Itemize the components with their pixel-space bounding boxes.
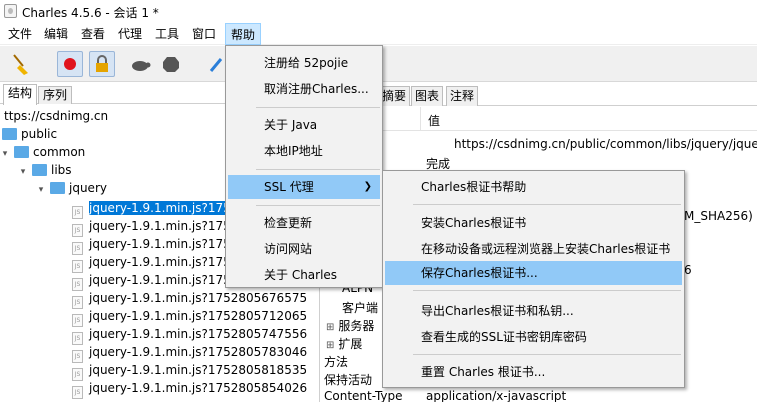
menu-help[interactable]: 帮助	[225, 23, 262, 45]
menu-separator	[413, 204, 681, 205]
ssl-submenu: Charles根证书帮助 安装Charles根证书 在移动设备或远程浏览器上安装…	[382, 170, 685, 388]
lock-icon[interactable]	[89, 51, 115, 77]
broom-icon[interactable]	[8, 51, 34, 77]
tab-structure[interactable]: 结构	[3, 84, 38, 105]
menu-proxy[interactable]: 代理	[113, 23, 147, 45]
tab-sequence[interactable]: 序列	[38, 86, 73, 104]
column-header: 值	[320, 107, 757, 131]
tree-folder-public[interactable]: public	[2, 125, 57, 143]
menu-about-java[interactable]: 关于 Java	[228, 113, 380, 137]
number-value: 6	[684, 263, 692, 277]
tree-file[interactable]: JS jquery-1.9.1.min.js?1752805676575	[72, 289, 307, 309]
tree-file[interactable]: JS jquery-1.9.1.min.js?1752805783046	[72, 343, 307, 363]
window-title: Charles 4.5.6 - 会话 1 *	[22, 6, 159, 20]
turtle-icon[interactable]	[127, 51, 153, 77]
folder-icon	[50, 182, 65, 194]
tree-file[interactable]: JS jquery-1.9.1.min.js?175	[72, 271, 231, 291]
menu-separator	[413, 290, 681, 291]
collapse-icon[interactable]: ▾	[18, 163, 28, 181]
menu-check-updates[interactable]: 检查更新	[228, 211, 380, 235]
collapse-icon[interactable]: ▾	[36, 181, 46, 199]
menu-reset-root-cert[interactable]: 重置 Charles 根证书...	[385, 360, 682, 384]
menu-install-root-cert[interactable]: 安装Charles根证书	[385, 211, 682, 235]
js-file-icon: JS	[72, 386, 83, 399]
tree-file[interactable]: JS jquery-1.9.1.min.js?175	[72, 235, 231, 255]
tree-folder-libs[interactable]: ▾ libs	[18, 161, 72, 179]
tree-file[interactable]: JS jquery-1.9.1.min.js?175	[72, 253, 231, 273]
tree-host[interactable]: ttps://csdnimg.cn	[4, 107, 108, 125]
record-icon[interactable]	[57, 51, 83, 77]
charles-app-icon	[4, 4, 17, 18]
menu-install-on-mobile[interactable]: 在移动设备或远程浏览器上安装Charles根证书	[385, 237, 682, 261]
tree-file[interactable]: JS jquery-1.9.1.min.js?1752805747556	[72, 325, 307, 345]
menu-export-cert-key[interactable]: 导出Charles根证书和私钥...	[385, 299, 682, 323]
menu-tools[interactable]: 工具	[150, 23, 184, 45]
expand-icon[interactable]: ⊞	[326, 322, 334, 333]
content-type-value: application/x-javascript	[426, 389, 567, 402]
menu-root-cert-help[interactable]: Charles根证书帮助	[385, 175, 682, 199]
expand-icon[interactable]: ⊞	[326, 340, 334, 351]
submenu-arrow-icon: ❯	[363, 181, 372, 192]
ext-node[interactable]: ⊞ 扩展	[326, 335, 362, 352]
tree-file[interactable]: JS jquery-1.9.1.min.js?175	[72, 199, 231, 219]
stop-icon[interactable]	[158, 51, 184, 77]
tab-chart[interactable]: 图表	[411, 86, 444, 106]
client-label: 客户端	[342, 301, 379, 315]
menu-visit-website[interactable]: 访问网站	[228, 237, 380, 261]
tree-folder-jquery[interactable]: ▾ jquery	[36, 179, 107, 197]
tree-file[interactable]: JS jquery-1.9.1.min.js?1752805712065	[72, 307, 307, 327]
tree-file[interactable]: JS jquery-1.9.1.min.js?175	[72, 217, 231, 237]
menu-separator	[256, 205, 380, 206]
menu-file[interactable]: 文件	[3, 23, 37, 45]
menu-bar: 文件 编辑 查看 代理 工具 窗口 帮助	[0, 23, 757, 45]
menu-ssl-proxy[interactable]: SSL 代理 ❯	[228, 175, 380, 199]
menu-save-root-cert[interactable]: 保存Charles根证书...	[385, 261, 682, 285]
menu-view[interactable]: 查看	[76, 23, 110, 45]
cipher-value: M_SHA256)	[684, 209, 753, 223]
content-type-label: Content-Type	[324, 389, 403, 402]
menu-separator	[256, 169, 380, 170]
title-bar: Charles 4.5.6 - 会话 1 *	[0, 0, 757, 23]
tab-notes[interactable]: 注释	[446, 86, 479, 106]
tree-file[interactable]: JS jquery-1.9.1.min.js?1752805818535	[72, 361, 307, 381]
keepalive-label: 保持活动	[324, 373, 373, 387]
help-menu: 注册给 52pojie 取消注册Charles... 关于 Java 本地IP地…	[225, 45, 383, 288]
menu-separator	[256, 107, 380, 108]
method-label: 方法	[324, 355, 349, 369]
menu-local-ip[interactable]: 本地IP地址	[228, 139, 380, 163]
menu-about-charles[interactable]: 关于 Charles	[228, 263, 380, 287]
folder-icon	[14, 146, 29, 158]
collapse-icon[interactable]: ▾	[0, 145, 10, 163]
url-value: https://csdnimg.cn/public/common/libs/jq…	[454, 137, 757, 151]
menu-register[interactable]: 注册给 52pojie	[228, 51, 380, 75]
menu-unregister[interactable]: 取消注册Charles...	[228, 77, 380, 101]
tree-folder-common[interactable]: ▾ common	[0, 143, 86, 163]
value-column-header: 值	[428, 114, 441, 128]
tree-file[interactable]: JS jquery-1.9.1.min.js?1752805854026	[72, 379, 307, 399]
folder-icon	[2, 128, 17, 140]
menu-separator	[413, 354, 681, 355]
menu-view-keystore-password[interactable]: 查看生成的SSL证书密钥库密码	[385, 325, 682, 349]
server-node[interactable]: ⊞ 服务器	[326, 317, 374, 334]
menu-window[interactable]: 窗口	[187, 23, 221, 45]
folder-icon	[32, 164, 47, 176]
menu-edit[interactable]: 编辑	[39, 23, 73, 45]
